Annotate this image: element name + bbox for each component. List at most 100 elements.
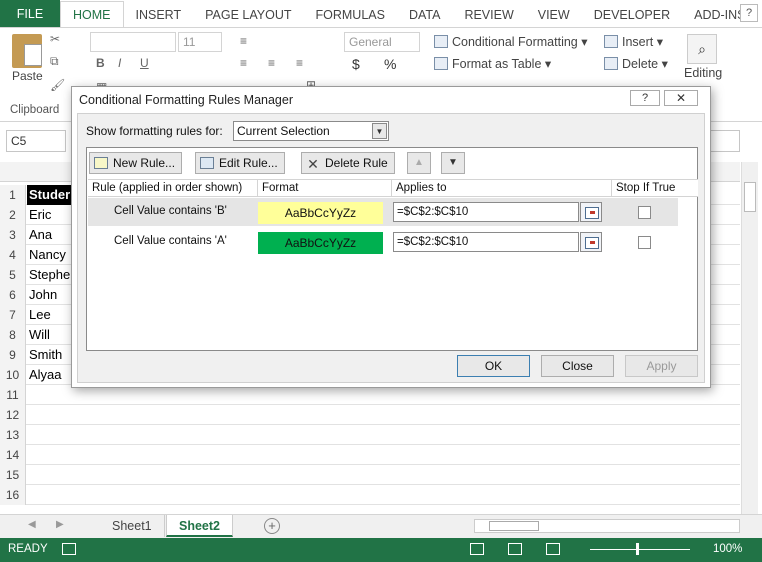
- edit-rule-button[interactable]: Edit Rule...: [195, 152, 285, 174]
- rules-panel: New Rule... Edit Rule... ✕ Delete Rule ▲ …: [86, 147, 698, 351]
- insert-cells-button[interactable]: Insert ▾: [604, 34, 663, 49]
- number-format-box[interactable]: General: [344, 32, 420, 52]
- rules-table-header: Rule (applied in order shown) Format App…: [88, 179, 698, 197]
- tab-page-layout[interactable]: PAGE LAYOUT: [193, 2, 303, 28]
- horizontal-scroll-thumb[interactable]: [489, 521, 539, 531]
- row-number[interactable]: 15: [0, 465, 26, 485]
- row-number[interactable]: 7: [0, 305, 26, 325]
- underline-icon[interactable]: U: [140, 56, 149, 70]
- row-number[interactable]: 2: [0, 205, 26, 225]
- ribbon-help-button[interactable]: ?: [740, 4, 758, 22]
- row-number[interactable]: 16: [0, 485, 26, 505]
- page-break-view-icon[interactable]: [546, 543, 560, 555]
- dialog-close-icon[interactable]: ✕: [664, 90, 698, 106]
- next-sheet-icon[interactable]: ▶: [56, 519, 64, 530]
- bold-icon[interactable]: B: [96, 56, 105, 70]
- row-number[interactable]: 1: [0, 185, 26, 205]
- row-number[interactable]: 9: [0, 345, 26, 365]
- move-up-icon[interactable]: ▲: [407, 152, 431, 174]
- align-left-icon[interactable]: ≡: [240, 56, 247, 70]
- macro-record-icon[interactable]: [62, 543, 76, 555]
- apply-button[interactable]: Apply: [625, 355, 698, 377]
- font-size-box[interactable]: 11: [178, 32, 222, 52]
- conditional-formatting-button[interactable]: Conditional Formatting ▾: [434, 34, 588, 49]
- zoom-slider-thumb[interactable]: [636, 543, 639, 555]
- row-number[interactable]: 3: [0, 225, 26, 245]
- row-number[interactable]: 14: [0, 445, 26, 465]
- stop-if-true-checkbox[interactable]: [638, 236, 651, 249]
- tab-home[interactable]: HOME: [60, 1, 124, 28]
- new-rule-button[interactable]: New Rule...: [89, 152, 183, 174]
- cut-icon[interactable]: ✂: [50, 32, 60, 46]
- vertical-scroll-thumb[interactable]: [744, 182, 756, 212]
- font-name-box[interactable]: [90, 32, 176, 52]
- row-number[interactable]: 13: [0, 425, 26, 445]
- delete-rule-button[interactable]: ✕ Delete Rule: [301, 152, 395, 174]
- row-number[interactable]: 6: [0, 285, 26, 305]
- normal-view-icon[interactable]: [470, 543, 484, 555]
- percent-icon[interactable]: %: [384, 56, 396, 72]
- row-number[interactable]: 5: [0, 265, 26, 285]
- sheet-tab-sheet1[interactable]: Sheet1: [100, 515, 165, 537]
- rule-row[interactable]: Cell Value contains 'A' AaBbCcYyZz =$C$2…: [88, 228, 678, 256]
- align-top-icon[interactable]: ≡: [240, 34, 247, 48]
- editing-button-label[interactable]: Editing: [684, 66, 722, 80]
- zoom-slider[interactable]: [590, 549, 690, 550]
- row-number[interactable]: 4: [0, 245, 26, 265]
- binoculars-icon[interactable]: ⌕: [687, 34, 717, 64]
- add-sheet-icon[interactable]: +: [264, 518, 280, 534]
- italic-icon[interactable]: I: [118, 56, 121, 70]
- tab-view[interactable]: VIEW: [526, 2, 582, 28]
- chevron-down-icon[interactable]: ▼: [372, 123, 387, 139]
- range-selector-icon[interactable]: [580, 202, 602, 222]
- show-rules-value: Current Selection: [237, 124, 330, 138]
- rule-row[interactable]: Cell Value contains 'B' AaBbCcYyZz =$C$2…: [88, 198, 678, 226]
- ok-button[interactable]: OK: [457, 355, 530, 377]
- sheet-tab-sheet2[interactable]: Sheet2: [166, 515, 233, 537]
- align-center-icon[interactable]: ≡: [268, 56, 275, 70]
- tab-developer[interactable]: DEVELOPER: [582, 2, 682, 28]
- page-layout-view-icon[interactable]: [508, 543, 522, 555]
- column-stop-if-true: Stop If True: [616, 182, 676, 194]
- tab-data[interactable]: DATA: [397, 2, 452, 28]
- zoom-level[interactable]: 100%: [713, 543, 742, 555]
- format-painter-icon[interactable]: 🖌: [50, 78, 65, 92]
- name-box[interactable]: C5: [6, 130, 66, 152]
- horizontal-scrollbar[interactable]: [474, 519, 740, 533]
- column-format: Format: [258, 180, 392, 197]
- stop-if-true-checkbox[interactable]: [638, 206, 651, 219]
- tab-review[interactable]: REVIEW: [452, 2, 525, 28]
- prev-sheet-icon[interactable]: ◀: [28, 519, 36, 530]
- align-right-icon[interactable]: ≡: [296, 56, 303, 70]
- row-number[interactable]: 8: [0, 325, 26, 345]
- row-number[interactable]: 11: [0, 385, 26, 405]
- tab-insert[interactable]: INSERT: [124, 2, 194, 28]
- cell[interactable]: [27, 485, 87, 505]
- cell[interactable]: [27, 425, 87, 445]
- move-down-icon[interactable]: ▼: [441, 152, 465, 174]
- cell[interactable]: [27, 445, 87, 465]
- cell[interactable]: [27, 465, 87, 485]
- range-selector-icon[interactable]: [580, 232, 602, 252]
- format-as-table-button[interactable]: Format as Table ▾: [434, 56, 551, 71]
- cell[interactable]: [27, 405, 87, 425]
- copy-icon[interactable]: ⧉: [50, 54, 59, 69]
- show-rules-select[interactable]: Current Selection ▼: [233, 121, 389, 141]
- close-button[interactable]: Close: [541, 355, 614, 377]
- cell[interactable]: [27, 385, 87, 405]
- delete-cells-button[interactable]: Delete ▾: [604, 56, 668, 71]
- paste-icon[interactable]: [12, 34, 42, 68]
- dialog-help-button[interactable]: ?: [630, 90, 660, 106]
- vertical-scrollbar[interactable]: [741, 162, 758, 514]
- applies-to-input[interactable]: =$C$2:$C$10: [393, 202, 579, 222]
- row-number[interactable]: 10: [0, 365, 26, 385]
- status-bar: READY 100%: [0, 538, 762, 562]
- tab-formulas[interactable]: FORMULAS: [304, 2, 397, 28]
- applies-to-input[interactable]: =$C$2:$C$10: [393, 232, 579, 252]
- tab-file[interactable]: FILE: [0, 0, 60, 28]
- dialog-body: Show formatting rules for: Current Selec…: [77, 113, 705, 383]
- sheet-tab-bar: ◀ ▶ Sheet1 Sheet2 +: [0, 514, 762, 538]
- paste-button-label[interactable]: Paste: [12, 69, 43, 83]
- currency-icon[interactable]: $: [352, 56, 360, 72]
- row-number[interactable]: 12: [0, 405, 26, 425]
